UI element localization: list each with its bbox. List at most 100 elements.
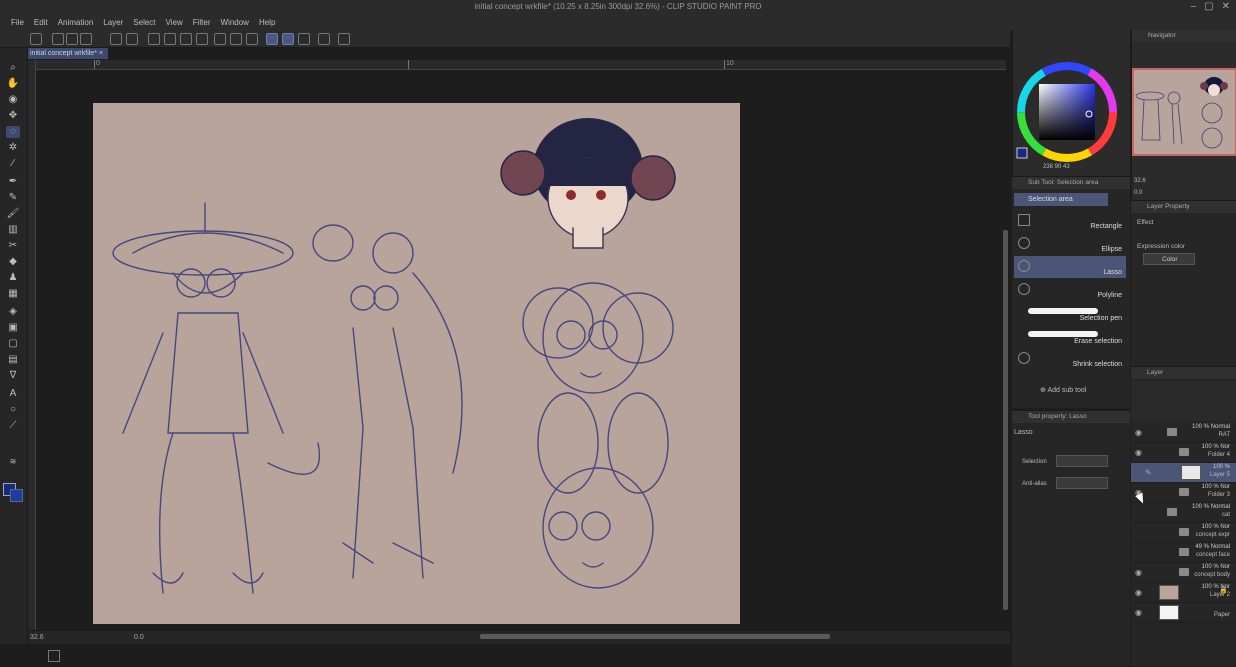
layer-row-layer-2[interactable]: ◉ 100 % Nor Layer 2 🔒 xyxy=(1131,583,1236,603)
decoration-tool-icon[interactable]: ✂ xyxy=(6,240,20,252)
layer-row-folder-3[interactable]: ◉ 100 % Nor Folder 3 xyxy=(1131,483,1236,503)
sub-tool-erase-selection[interactable]: Erase selection xyxy=(1014,325,1126,347)
figure-tool-icon[interactable]: ▣ xyxy=(6,322,20,334)
layer-row-cat[interactable]: 100 % Normal cat xyxy=(1131,503,1236,523)
sub-tool-rectangle[interactable]: Rectangle xyxy=(1014,210,1126,232)
ruler-tool-icon[interactable]: ▤ xyxy=(6,354,20,366)
move-layer-icon[interactable]: ✥ xyxy=(6,110,20,122)
eye-icon[interactable]: ◉ xyxy=(1135,448,1142,457)
menu-view[interactable]: View xyxy=(161,16,188,30)
sub-tool-selection-pen[interactable]: Selection pen xyxy=(1014,302,1126,324)
new-file-icon[interactable] xyxy=(52,33,64,45)
clear-outside-icon[interactable] xyxy=(164,33,176,45)
deselect-icon[interactable] xyxy=(214,33,226,45)
navigator-zoom[interactable]: 32.6 xyxy=(1134,178,1146,184)
hand-tool-icon[interactable]: ✋ xyxy=(6,78,20,90)
eye-icon[interactable]: ◉ xyxy=(1135,428,1142,437)
auto-select-icon[interactable]: ✲ xyxy=(6,142,20,154)
eraser-tool-icon[interactable]: ◆ xyxy=(6,256,20,268)
menu-window[interactable]: Window xyxy=(216,16,254,30)
sub-color-swatch[interactable] xyxy=(10,489,23,502)
menu-edit[interactable]: Edit xyxy=(29,16,53,30)
expression-color-dropdown[interactable]: Color xyxy=(1143,253,1195,265)
zoom-readout[interactable]: 32.6 xyxy=(30,634,44,641)
airbrush-tool-icon[interactable]: ▥ xyxy=(6,224,20,236)
layer-row-rat[interactable]: ◉ 100 % Normal RAT xyxy=(1131,423,1236,443)
navigator-title: Navigator xyxy=(1132,30,1236,42)
menu-select[interactable]: Select xyxy=(128,16,160,30)
undo-icon[interactable] xyxy=(110,33,122,45)
web-icon[interactable] xyxy=(338,33,350,45)
snap-ruler-icon[interactable] xyxy=(266,33,278,45)
navigator-rotation[interactable]: 0.0 xyxy=(1134,190,1142,196)
layer-row-layer-5[interactable]: ✎ 100 % Layer 5 xyxy=(1131,463,1236,483)
eyedropper-icon[interactable]: ∕ xyxy=(6,158,20,170)
menu-animation[interactable]: Animation xyxy=(53,16,99,30)
fill-icon[interactable] xyxy=(180,33,192,45)
gradient-tool-icon[interactable]: ◈ xyxy=(6,306,20,318)
brush-tool-icon[interactable]: 🖌 xyxy=(6,208,20,220)
frame-tool-icon[interactable]: ▢ xyxy=(6,338,20,350)
menu-help[interactable]: Help xyxy=(254,16,280,30)
eye-icon[interactable]: ◉ xyxy=(1135,568,1142,577)
clear-icon[interactable] xyxy=(148,33,160,45)
settings-icon[interactable] xyxy=(318,33,330,45)
color-wheel[interactable] xyxy=(1013,30,1131,170)
vertical-scrollbar[interactable] xyxy=(1003,230,1008,610)
sub-tool-shrink-selection[interactable]: Shrink selection xyxy=(1014,348,1126,370)
minimize-icon[interactable]: – xyxy=(1191,1,1197,12)
antialias-buttons[interactable] xyxy=(1056,477,1108,489)
layer-list: ◉ 100 % Normal RAT ◉ 100 % Nor Folder 4 … xyxy=(1131,423,1236,667)
selection-mode-buttons[interactable] xyxy=(1056,455,1108,467)
vector-tool-icon[interactable]: ∇ xyxy=(6,370,20,382)
transparent-color-icon[interactable]: ≋ xyxy=(6,456,20,468)
selection-tool-icon[interactable]: ◌ xyxy=(6,126,20,138)
eye-icon[interactable]: ◉ xyxy=(1135,608,1142,617)
navigator-preview[interactable] xyxy=(1132,68,1236,156)
horizontal-scrollbar[interactable] xyxy=(480,634,830,639)
save-icon[interactable] xyxy=(80,33,92,45)
close-tab-icon[interactable]: × xyxy=(99,50,103,57)
layer-row-paper[interactable]: ◉ Paper xyxy=(1131,603,1236,623)
blend-tool-icon[interactable]: ♟ xyxy=(6,272,20,284)
menu-layer[interactable]: Layer xyxy=(98,16,128,30)
layout-toggle-icon[interactable] xyxy=(48,650,60,662)
layer-row-folder-4[interactable]: ◉ 100 % Nor Folder 4 xyxy=(1131,443,1236,463)
redo-icon[interactable] xyxy=(126,33,138,45)
snap-special-ruler-icon[interactable] xyxy=(282,33,294,45)
pencil-tool-icon[interactable]: ✎ xyxy=(6,192,20,204)
show-selection-icon[interactable] xyxy=(246,33,258,45)
zoom-tool-icon[interactable]: ⌕ xyxy=(6,62,20,74)
balloon-tool-icon[interactable]: ○ xyxy=(6,404,20,416)
menu-file[interactable]: File xyxy=(6,16,29,30)
operation-tool-icon[interactable]: ◉ xyxy=(6,94,20,106)
drawing-canvas[interactable] xyxy=(93,103,740,624)
lock-icon[interactable]: 🔒 xyxy=(1219,586,1228,594)
text-tool-icon[interactable]: A xyxy=(6,388,20,400)
eye-icon[interactable]: ◉ xyxy=(1135,588,1142,597)
sub-tool-polyline[interactable]: Polyline xyxy=(1014,279,1126,301)
correct-line-icon[interactable]: ⟋ xyxy=(6,420,20,432)
invert-selection-icon[interactable] xyxy=(230,33,242,45)
add-sub-tool-button[interactable]: ⊕ Add sub tool xyxy=(1040,386,1086,394)
open-file-icon[interactable] xyxy=(66,33,78,45)
menu-filter[interactable]: Filter xyxy=(188,16,216,30)
sub-tool-title: Sub Tool: Selection area xyxy=(1012,177,1130,189)
snap-grid-icon[interactable] xyxy=(298,33,310,45)
close-icon[interactable]: ✕ xyxy=(1222,1,1230,12)
layer-row-concept-body[interactable]: ◉ 100 % Nor concept body xyxy=(1131,563,1236,583)
maximize-icon[interactable]: ▢ xyxy=(1204,1,1213,12)
pen-tool-icon[interactable]: ✒ xyxy=(6,176,20,188)
layer-row-concept-expr[interactable]: 100 % Nor concept expr xyxy=(1131,523,1236,543)
layer-toolbar[interactable] xyxy=(1131,381,1236,421)
sub-tool-group-tab[interactable]: Selection area xyxy=(1014,193,1108,206)
layer-panel-title: Layer xyxy=(1131,367,1236,379)
sub-tool-lasso[interactable]: Lasso xyxy=(1014,256,1126,278)
fill-tool-icon[interactable]: ▦ xyxy=(6,288,20,300)
document-tab[interactable]: initial concept wrkfile* × xyxy=(28,48,108,59)
clip-studio-icon[interactable] xyxy=(30,33,42,45)
transform-icon[interactable] xyxy=(196,33,208,45)
layer-row-concept-face[interactable]: 49 % Normal concept face xyxy=(1131,543,1236,563)
rotation-readout[interactable]: 0.0 xyxy=(134,634,144,641)
sub-tool-ellipse[interactable]: Ellipse xyxy=(1014,233,1126,255)
